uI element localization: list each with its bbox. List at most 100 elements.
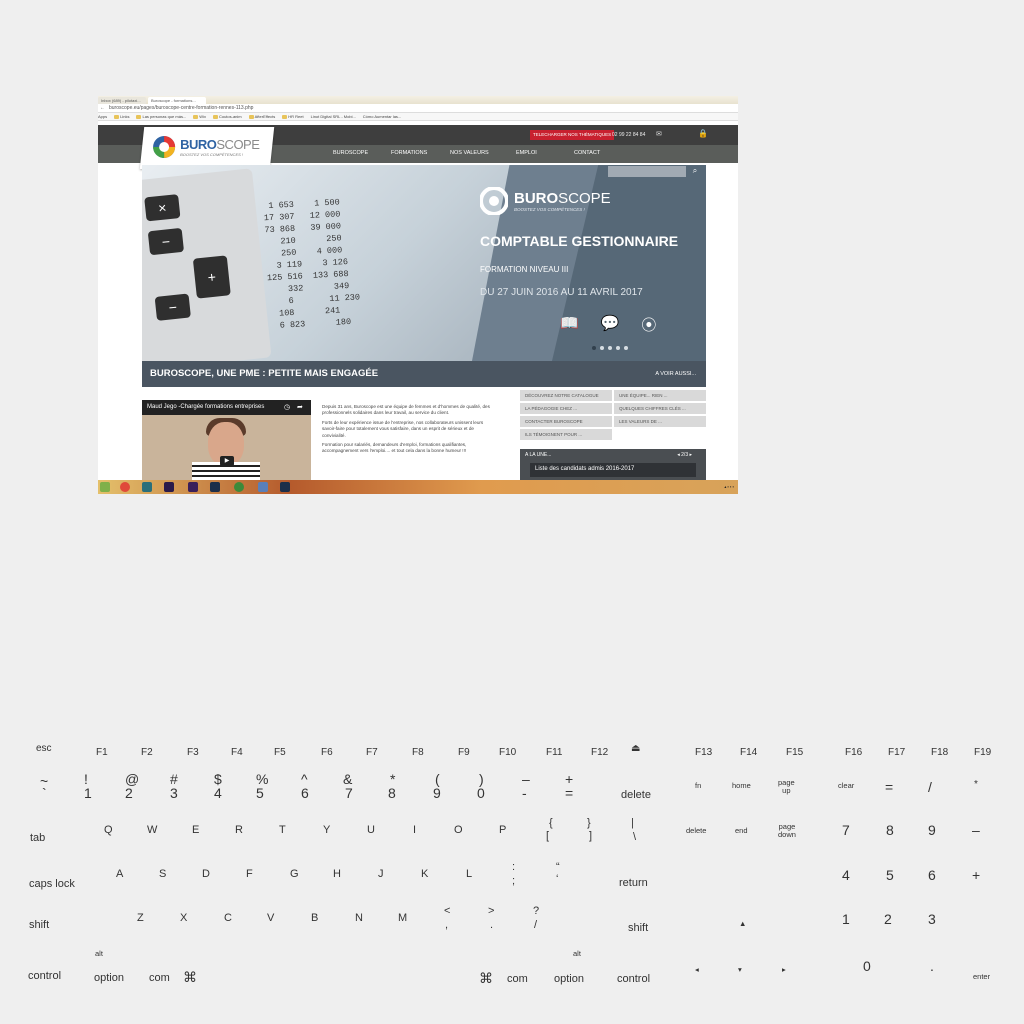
key-numpad-8[interactable]: 8 [886,823,894,837]
key-b[interactable]: B [311,913,318,924]
key-y[interactable]: Y [323,825,330,836]
key-minus[interactable]: - [522,786,527,800]
key-arrow-down[interactable]: ▾ [738,965,742,974]
key-x[interactable]: X [180,913,187,924]
key-page-up[interactable]: page up [778,778,795,796]
key-5[interactable]: 5 [256,786,264,800]
key-f16[interactable]: F16 [845,748,862,758]
key-c[interactable]: C [224,913,232,924]
key-9[interactable]: 9 [433,786,441,800]
key-f11[interactable]: F11 [546,748,563,758]
key-f8[interactable]: F8 [412,748,424,758]
key-f10[interactable]: F10 [499,748,516,758]
key-g[interactable]: G [290,869,299,880]
key-numpad-divide[interactable]: / [928,780,932,794]
key-numpad-dot[interactable]: . [930,959,934,973]
key-right-command[interactable]: com [507,974,528,985]
key-home[interactable]: home [732,781,751,790]
key-slash[interactable]: / [534,920,537,931]
key-eject[interactable]: ⏏ [631,744,640,754]
key-d[interactable]: D [202,869,210,880]
key-fn[interactable]: fn [695,781,701,790]
key-f5[interactable]: F5 [274,748,286,758]
key-numpad-4[interactable]: 4 [842,868,850,882]
key-j[interactable]: J [378,869,384,880]
key-caps-lock[interactable]: caps lock [29,879,75,890]
key-f17[interactable]: F17 [888,748,905,758]
key-delete[interactable]: delete [621,790,651,801]
key-e[interactable]: E [192,825,199,836]
key-right-control[interactable]: control [617,974,650,985]
key-f6[interactable]: F6 [321,748,333,758]
key-f3[interactable]: F3 [187,748,199,758]
key-0[interactable]: 0 [477,786,485,800]
key-numpad-equals[interactable]: = [885,780,893,794]
key-arrow-right[interactable]: ▸ [782,965,786,974]
key-f19[interactable]: F19 [974,748,991,758]
key-numpad-minus[interactable]: – [972,823,980,837]
key-k[interactable]: K [421,869,428,880]
key-w[interactable]: W [147,825,157,836]
key-n[interactable]: N [355,913,363,924]
key-3[interactable]: 3 [170,786,178,800]
key-f7[interactable]: F7 [366,748,378,758]
key-semicolon[interactable]: ; [512,876,515,887]
key-return[interactable]: return [619,878,648,889]
key-clear[interactable]: clear [838,781,854,790]
key-f13[interactable]: F13 [695,748,712,758]
key-f4[interactable]: F4 [231,748,243,758]
key-right-bracket[interactable]: ] [589,831,592,842]
key-8[interactable]: 8 [388,786,396,800]
key-v[interactable]: V [267,913,274,924]
key-enter[interactable]: enter [973,972,990,981]
key-tab[interactable]: tab [30,833,45,844]
key-numpad-5[interactable]: 5 [886,868,894,882]
key-f[interactable]: F [246,869,253,880]
key-m[interactable]: M [398,913,407,924]
key-left-shift[interactable]: shift [29,920,49,931]
key-quote[interactable]: ‘ [556,874,558,885]
key-numpad-2[interactable]: 2 [884,912,892,926]
key-1[interactable]: 1 [84,786,92,800]
key-numpad-6[interactable]: 6 [928,868,936,882]
key-h[interactable]: H [333,869,341,880]
key-f18[interactable]: F18 [931,748,948,758]
key-7[interactable]: 7 [345,786,353,800]
key-z[interactable]: Z [137,913,144,924]
key-p[interactable]: P [499,825,506,836]
key-left-bracket[interactable]: [ [546,831,549,842]
key-arrow-left[interactable]: ◂ [695,965,699,974]
key-s[interactable]: S [159,869,166,880]
key-right-shift[interactable]: shift [628,923,648,934]
key-t[interactable]: T [279,825,286,836]
key-q[interactable]: Q [104,825,113,836]
key-f1[interactable]: F1 [96,748,108,758]
key-page-down[interactable]: page down [778,822,796,840]
key-u[interactable]: U [367,825,375,836]
key-numpad-3[interactable]: 3 [928,912,936,926]
key-f14[interactable]: F14 [740,748,757,758]
key-f9[interactable]: F9 [458,748,470,758]
key-a[interactable]: A [116,869,123,880]
key-backtick[interactable]: ` [42,786,47,800]
key-6[interactable]: 6 [301,786,309,800]
key-left-option[interactable]: option [94,973,124,984]
key-f2[interactable]: F2 [141,748,153,758]
key-r[interactable]: R [235,825,243,836]
key-right-option[interactable]: option [554,974,584,985]
key-i[interactable]: I [413,825,416,836]
key-numpad-7[interactable]: 7 [842,823,850,837]
key-numpad-9[interactable]: 9 [928,823,936,837]
key-comma[interactable]: , [445,920,448,931]
key-4[interactable]: 4 [214,786,222,800]
key-numpad-1[interactable]: 1 [842,912,850,926]
key-numpad-0[interactable]: 0 [863,959,871,973]
key-equals[interactable]: = [565,786,573,800]
key-l[interactable]: L [466,869,472,880]
key-left-command[interactable]: com [149,973,170,984]
key-o[interactable]: O [454,825,463,836]
key-forward-delete[interactable]: delete [686,826,706,835]
key-numpad-plus[interactable]: + [972,868,980,882]
key-arrow-up[interactable]: ▲ [739,919,746,928]
key-numpad-multiply[interactable]: * [974,780,978,790]
